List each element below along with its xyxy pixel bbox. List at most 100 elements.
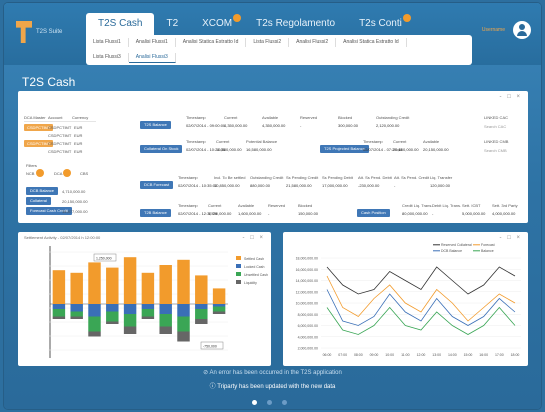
dcb-balance-value: 4,710,000.00 bbox=[62, 189, 86, 194]
user-avatar-icon[interactable] bbox=[513, 21, 531, 39]
bar-liquidity bbox=[159, 326, 172, 334]
bar-settled-cash bbox=[141, 272, 155, 304]
field-header: Sett. 3rd Party bbox=[492, 203, 518, 208]
field-header: Blocked bbox=[298, 203, 313, 208]
t2s-balance-button[interactable]: T2S Balance bbox=[140, 121, 171, 129]
filter-dca-toggle[interactable] bbox=[63, 169, 71, 177]
field-value: 20,150,000.00 bbox=[393, 147, 419, 152]
annotation-label: 1,250,000 bbox=[96, 257, 112, 261]
subtab-item[interactable]: Analisi Flussi2 bbox=[289, 38, 337, 47]
page-title: T2S Cash bbox=[22, 75, 76, 89]
bar-locked-cash bbox=[52, 304, 66, 309]
x-tick-label: 06:00 bbox=[323, 353, 332, 357]
bar-locked-cash bbox=[123, 304, 137, 314]
forecast-cash-credit-value: 14,877,000.00 bbox=[62, 209, 88, 214]
x-tick-label: 15:00 bbox=[464, 353, 473, 357]
account-overview-panel: - □ × DCA Master Account Currency CSDPCT… bbox=[18, 91, 528, 223]
t2b-balance-button[interactable]: T2B Balance bbox=[140, 209, 171, 217]
dcb-forecast-button[interactable]: DCB Forecast bbox=[140, 181, 174, 189]
legend-swatch bbox=[236, 256, 241, 260]
filter-dca-label: DCA bbox=[54, 171, 63, 176]
linked-cmb-search[interactable]: Search CMB bbox=[484, 148, 507, 153]
list-cell-account: CSDPCTIMT bbox=[48, 133, 72, 138]
dcb-balance-button[interactable]: DCB Balance bbox=[26, 187, 59, 195]
window-controls[interactable]: - □ × bbox=[500, 94, 522, 100]
list-cell-currency: EUR bbox=[74, 125, 83, 130]
y-tick-label: 4,000,000.00 bbox=[298, 335, 318, 339]
y-tick-label: 18,000,000.00 bbox=[296, 257, 318, 261]
field-value: 16,580,000.00 bbox=[246, 147, 272, 152]
error-notification[interactable]: ⊘ An error has been occurred in the T2S … bbox=[4, 369, 541, 376]
x-tick-label: 07:00 bbox=[338, 353, 347, 357]
bar-locked-cash bbox=[212, 304, 226, 307]
subtab-item[interactable]: Lista Flussi1 bbox=[86, 38, 129, 47]
info-notification[interactable]: ⓘ Triparty has been updated with the new… bbox=[4, 381, 541, 390]
field-value: 10,850,000.00 bbox=[214, 183, 240, 188]
collateral-on-stock-button[interactable]: Collateral On Stock bbox=[140, 145, 183, 153]
field-header: Available bbox=[238, 203, 255, 208]
app-window: T2S Suite T2S Cash T2 XCOM T2s Regolamen… bbox=[4, 3, 541, 409]
username[interactable]: Username bbox=[482, 27, 505, 33]
y-tick-label: 8,000,000.00 bbox=[298, 313, 318, 317]
subtab-item[interactable]: Analisi Statica Estratto Id bbox=[176, 38, 247, 47]
tab-t2s-regolamento[interactable]: T2s Regolamento bbox=[244, 13, 347, 35]
list-cell-currency: EUR bbox=[74, 149, 83, 154]
bar-liquidity bbox=[195, 319, 208, 324]
bar-liquidity bbox=[52, 316, 66, 319]
field-value: 120,000.00 bbox=[430, 183, 451, 188]
bar-unsettled-cash bbox=[88, 316, 101, 332]
legend-label: Balance bbox=[481, 249, 494, 253]
collateral-button[interactable]: Collateral bbox=[26, 197, 51, 205]
bar-liquidity bbox=[141, 316, 155, 319]
y-tick-label: 12,000,000.00 bbox=[296, 290, 318, 294]
subtab-item[interactable]: Analisi Flussi3 bbox=[128, 52, 176, 63]
subtab-item[interactable]: Lista Flussi3 bbox=[86, 53, 129, 62]
bar-unsettled-cash bbox=[70, 311, 83, 317]
tab-t2s-conti[interactable]: T2s Conti bbox=[347, 13, 414, 35]
x-tick-label: 17:00 bbox=[495, 353, 504, 357]
tab-t2s-cash[interactable]: T2S Cash bbox=[86, 13, 155, 35]
tab-t2[interactable]: T2 bbox=[154, 13, 190, 35]
subtab-item[interactable]: Analisi Flussi1 bbox=[129, 38, 176, 47]
bar-settled-cash bbox=[177, 259, 190, 304]
subtab-item[interactable]: Lista Flussi2 bbox=[246, 38, 290, 47]
cash-position-button[interactable]: Cash Position bbox=[357, 209, 390, 217]
linked-cac-search[interactable]: Search CAC bbox=[484, 124, 506, 129]
x-tick-label: 08:00 bbox=[354, 353, 363, 357]
filter-ncb-toggle[interactable] bbox=[36, 169, 44, 177]
bar-locked-cash bbox=[195, 304, 208, 309]
bar-unsettled-cash bbox=[212, 306, 226, 312]
legend-label: DCB Balance bbox=[441, 249, 462, 253]
field-header: Current bbox=[216, 139, 230, 144]
list-cell-currency: EUR bbox=[74, 141, 83, 146]
divider bbox=[24, 121, 96, 122]
field-header: Outstanding Credit bbox=[376, 115, 410, 120]
list-cell-account: CSDPCTIMT bbox=[48, 125, 72, 130]
legend-label: Settled Cash bbox=[244, 257, 264, 261]
bar-locked-cash bbox=[177, 304, 190, 317]
field-value: 20,150,000.00 bbox=[423, 147, 449, 152]
bar-liquidity bbox=[123, 326, 137, 334]
field-value: 02/07/2014 - 10:35:00 bbox=[178, 183, 218, 188]
field-value: 150,000.00 bbox=[298, 211, 319, 216]
t2s-projected-balance-button[interactable]: T2S Projected Balance bbox=[320, 145, 369, 153]
bar-locked-cash bbox=[159, 304, 172, 314]
list-header-account: Account bbox=[48, 115, 63, 120]
series-line-dcb-balance bbox=[326, 289, 516, 326]
tab-xcom[interactable]: XCOM bbox=[190, 13, 244, 35]
x-tick-label: 09:00 bbox=[370, 353, 379, 357]
field-header: Sett. ICBT bbox=[462, 203, 481, 208]
bar-settled-cash bbox=[70, 272, 83, 304]
field-value: 4,000,000.00 bbox=[492, 211, 516, 216]
pager-dot[interactable] bbox=[282, 400, 287, 405]
bar-settled-cash bbox=[88, 262, 101, 304]
pager-dot[interactable] bbox=[252, 400, 257, 405]
field-value: 1,600,000.00 bbox=[238, 211, 262, 216]
bar-unsettled-cash bbox=[52, 309, 66, 317]
bar-settled-cash bbox=[212, 288, 226, 304]
subtab-item[interactable]: Analisi Statica Estratto Id bbox=[336, 38, 407, 47]
app-logo[interactable]: T2S Suite bbox=[16, 21, 76, 43]
x-tick-label: 13:00 bbox=[432, 353, 441, 357]
pager-dot[interactable] bbox=[267, 400, 272, 405]
field-header: Ss Pending Debit bbox=[322, 175, 353, 180]
